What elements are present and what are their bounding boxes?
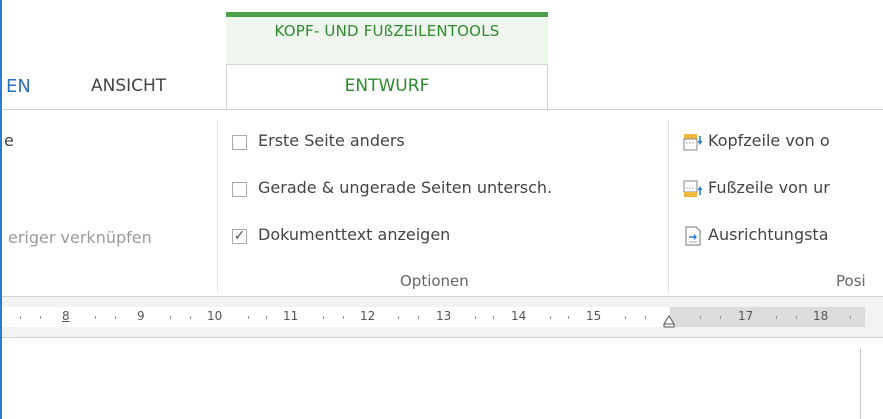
- ruler-tick: [850, 316, 851, 319]
- group-label-options: Optionen: [400, 272, 469, 290]
- ruler-tick: [493, 316, 494, 319]
- navigation-item-partial[interactable]: e: [4, 131, 14, 150]
- ruler-label: 10: [207, 309, 223, 323]
- document-margin-line: [860, 348, 861, 419]
- first-page-different-checkbox[interactable]: [232, 135, 247, 150]
- group-separator: [217, 120, 218, 292]
- check-icon: ✓: [233, 228, 246, 244]
- show-document-text-label[interactable]: Dokumenttext anzeigen: [258, 225, 450, 244]
- link-to-previous-button[interactable]: eriger verknüpfen: [8, 228, 152, 247]
- context-group-title: KOPF- UND FUßZEILENTOOLS: [274, 22, 500, 40]
- header-top-icon[interactable]: [683, 132, 703, 152]
- ruler-tick: [720, 316, 721, 319]
- ruler-tick: [625, 316, 626, 319]
- ruler-active-area: [0, 307, 670, 327]
- ribbon-divider: [0, 109, 883, 110]
- ruler-label: 11: [283, 309, 299, 323]
- tab-stop-marker-icon[interactable]: [662, 314, 676, 328]
- footer-from-bottom-label[interactable]: Fußzeile von ur: [708, 178, 830, 197]
- ruler-label: 18: [813, 309, 829, 323]
- ruler-tick: [645, 316, 646, 319]
- alignment-tab-icon[interactable]: [683, 226, 703, 246]
- ruler-label: 12: [360, 309, 376, 323]
- tab-ansicht[interactable]: ANSICHT: [91, 76, 166, 96]
- ruler-tick: [475, 316, 476, 319]
- ruler-tick: [568, 316, 569, 319]
- footer-bottom-icon[interactable]: [683, 179, 703, 199]
- ruler-tick: [398, 316, 399, 319]
- alignment-tab-label[interactable]: Ausrichtungsta: [708, 225, 829, 244]
- ruler-label: 17: [738, 309, 754, 323]
- odd-even-pages-label[interactable]: Gerade & ungerade Seiten untersch.: [258, 178, 552, 197]
- ruler-tick: [418, 316, 419, 319]
- ruler-label: 8: [62, 309, 70, 323]
- ruler-tick: [95, 316, 96, 319]
- tab-partial-left[interactable]: EN: [6, 76, 31, 97]
- header-from-top-label[interactable]: Kopfzeile von o: [708, 131, 830, 150]
- ruler-tick: [796, 316, 797, 319]
- ruler-tick: [343, 316, 344, 319]
- ruler-tick: [115, 316, 116, 319]
- ruler-label: 14: [511, 309, 527, 323]
- group-separator: [668, 120, 669, 292]
- ruler-label: 9: [137, 309, 145, 323]
- window-edge-accent: [0, 0, 2, 419]
- first-page-different-label[interactable]: Erste Seite anders: [258, 131, 405, 150]
- ruler-tick: [40, 316, 41, 319]
- group-label-position: Posi: [836, 272, 866, 290]
- ruler-tick: [700, 316, 701, 319]
- ruler-tick: [248, 316, 249, 319]
- show-document-text-checkbox[interactable]: ✓: [232, 229, 247, 244]
- ruler-tick: [20, 316, 21, 319]
- ruler-tick: [776, 316, 777, 319]
- ruler-label: 13: [436, 309, 452, 323]
- ruler-tick: [170, 316, 171, 319]
- ruler-tick: [550, 316, 551, 319]
- ruler-tick: [190, 316, 191, 319]
- ruler-tick: [266, 316, 267, 319]
- document-area[interactable]: [0, 338, 883, 419]
- ruler-tick: [323, 316, 324, 319]
- tab-entwurf[interactable]: ENTWURF: [226, 76, 548, 96]
- ruler-label: 15: [586, 309, 602, 323]
- odd-even-pages-checkbox[interactable]: [232, 182, 247, 197]
